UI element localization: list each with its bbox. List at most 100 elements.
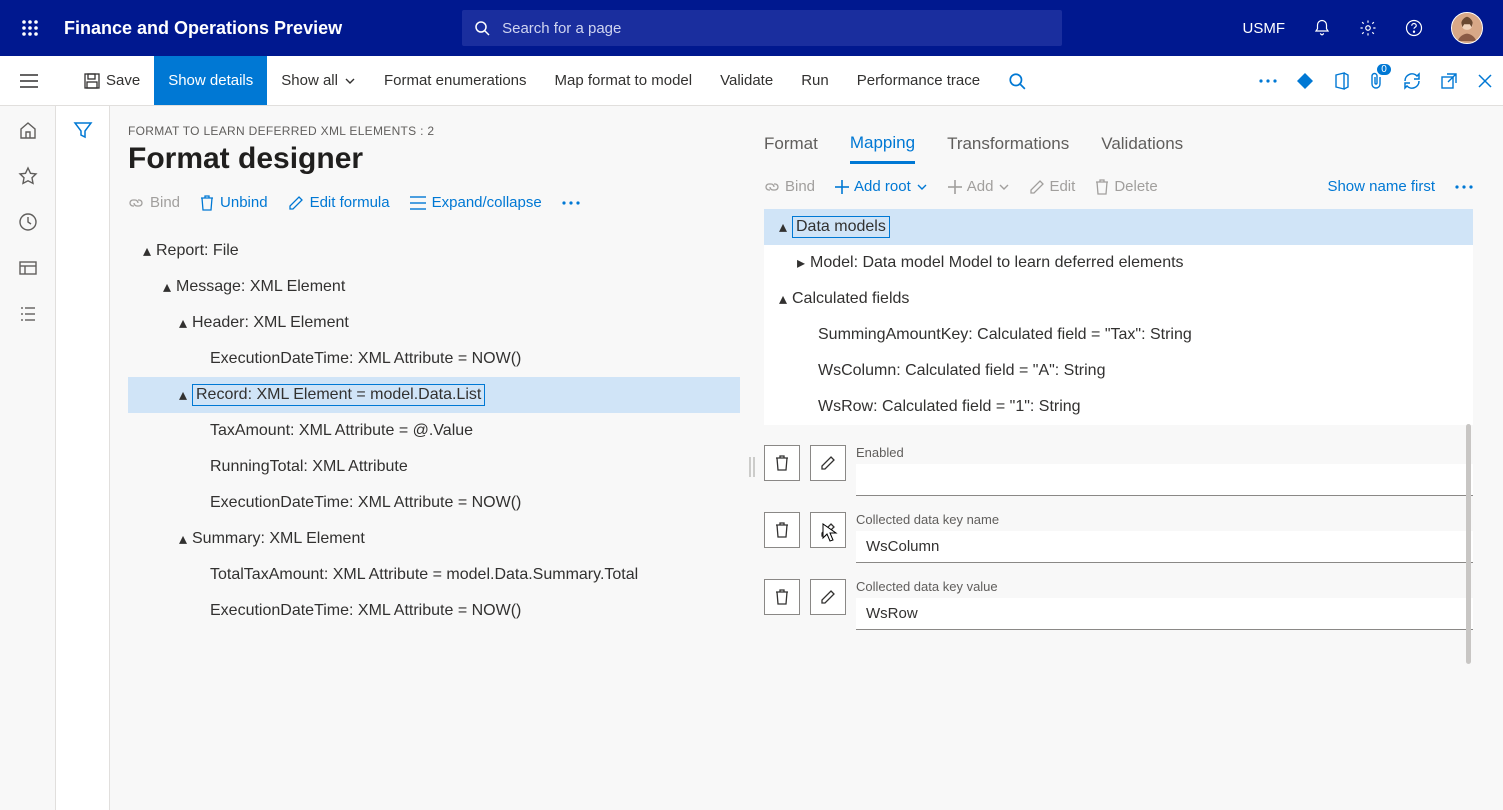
add-button[interactable]: Add: [948, 178, 1011, 195]
company-picker[interactable]: USMF: [1243, 20, 1286, 37]
chevron-down-icon: [998, 181, 1010, 193]
find-button[interactable]: [994, 56, 1040, 105]
edit-prop-button[interactable]: [810, 445, 846, 481]
trash-icon: [200, 195, 214, 211]
more-icon[interactable]: [1259, 79, 1277, 83]
mapping-bind-button[interactable]: Bind: [764, 178, 815, 195]
tab-mapping[interactable]: Mapping: [850, 124, 915, 164]
edit-button[interactable]: Edit: [1030, 178, 1075, 195]
search-input[interactable]: [502, 20, 1050, 37]
search-icon: [474, 20, 490, 36]
tree-node-exec3[interactable]: ExecutionDateTime: XML Attribute = NOW(): [128, 593, 740, 629]
delete-prop-button[interactable]: [764, 512, 800, 548]
keyname-input[interactable]: [856, 531, 1473, 563]
pencil-icon: [1030, 180, 1044, 194]
performance-trace-button[interactable]: Performance trace: [843, 56, 994, 105]
tree-node-report[interactable]: ▴Report: File: [128, 233, 740, 269]
tree-node-runningtotal[interactable]: RunningTotal: XML Attribute: [128, 449, 740, 485]
bell-icon[interactable]: [1313, 19, 1331, 37]
breadcrumb: FORMAT TO LEARN DEFERRED XML ELEMENTS : …: [128, 124, 740, 138]
trash-icon: [1095, 179, 1109, 195]
topbar: Finance and Operations Preview USMF: [0, 0, 1503, 56]
bind-button[interactable]: Bind: [128, 194, 180, 211]
search-icon: [1008, 72, 1026, 90]
modules-icon[interactable]: [18, 304, 38, 324]
keyvalue-input[interactable]: [856, 598, 1473, 630]
more-icon[interactable]: [562, 201, 580, 205]
tree-node-message[interactable]: ▴Message: XML Element: [128, 269, 740, 305]
office-icon[interactable]: [1333, 72, 1349, 90]
tree-node-summary[interactable]: ▴Summary: XML Element: [128, 521, 740, 557]
map-format-button[interactable]: Map format to model: [541, 56, 707, 105]
tree-node-record[interactable]: ▴Record: XML Element = model.Data.List: [128, 377, 740, 413]
delete-prop-button[interactable]: [764, 579, 800, 615]
prop-label: Enabled: [856, 445, 1473, 460]
delete-prop-button[interactable]: [764, 445, 800, 481]
command-bar: Save Show details Show all Format enumer…: [0, 56, 1503, 106]
pencil-icon: [288, 195, 304, 211]
close-icon[interactable]: [1477, 73, 1493, 89]
mapping-tree: ▴Data models ▸Model: Data model Model to…: [764, 209, 1473, 425]
cursor-icon: [821, 523, 841, 545]
show-all-button[interactable]: Show all: [267, 56, 370, 105]
hamburger-icon[interactable]: [20, 74, 38, 88]
tree-node-exec2[interactable]: ExecutionDateTime: XML Attribute = NOW(): [128, 485, 740, 521]
page-title: Format designer: [128, 142, 740, 176]
attach-icon[interactable]: 0: [1369, 72, 1383, 90]
edit-prop-button[interactable]: [810, 579, 846, 615]
tree-node-header[interactable]: ▴Header: XML Element: [128, 305, 740, 341]
tab-transformations[interactable]: Transformations: [947, 124, 1069, 164]
app-title: Finance and Operations Preview: [64, 18, 342, 39]
splitter[interactable]: [740, 124, 764, 810]
save-icon: [84, 73, 100, 89]
refresh-icon[interactable]: [1403, 72, 1421, 90]
help-icon[interactable]: [1405, 19, 1423, 37]
avatar[interactable]: [1451, 12, 1483, 44]
filter-icon[interactable]: [73, 120, 93, 810]
more-icon[interactable]: [1455, 185, 1473, 189]
filter-column: [56, 106, 110, 810]
chevron-down-icon: [916, 181, 928, 193]
app-launcher-icon[interactable]: [8, 19, 52, 37]
validate-button[interactable]: Validate: [706, 56, 787, 105]
home-icon[interactable]: [18, 120, 38, 140]
workspaces-icon[interactable]: [18, 258, 38, 278]
tab-validations[interactable]: Validations: [1101, 124, 1183, 164]
unbind-button[interactable]: Unbind: [200, 194, 268, 211]
scrollbar[interactable]: [1466, 424, 1471, 664]
global-search[interactable]: [462, 10, 1062, 46]
popout-icon[interactable]: [1441, 73, 1457, 89]
mapping-node-calcfields[interactable]: ▴Calculated fields: [764, 281, 1473, 317]
mapping-node-wscolumn[interactable]: WsColumn: Calculated field = "A": String: [764, 353, 1473, 389]
show-details-button[interactable]: Show details: [154, 56, 267, 105]
edit-formula-button[interactable]: Edit formula: [288, 194, 390, 211]
show-name-first-button[interactable]: Show name first: [1327, 178, 1435, 195]
tab-format[interactable]: Format: [764, 124, 818, 164]
save-button[interactable]: Save: [70, 56, 154, 105]
format-toolbar: Bind Unbind Edit formula Expand/collapse: [128, 194, 740, 211]
mapping-node-summing[interactable]: SummingAmountKey: Calculated field = "Ta…: [764, 317, 1473, 353]
plus-icon: [835, 180, 849, 194]
prop-label: Collected data key name: [856, 512, 1473, 527]
edit-prop-button[interactable]: [810, 512, 846, 548]
link-icon: [764, 179, 780, 195]
format-enumerations-button[interactable]: Format enumerations: [370, 56, 541, 105]
tree-node-totaltax[interactable]: TotalTaxAmount: XML Attribute = model.Da…: [128, 557, 740, 593]
mapping-node-model[interactable]: ▸Model: Data model Model to learn deferr…: [764, 245, 1473, 281]
enabled-input[interactable]: [856, 464, 1473, 496]
tree-node-taxamount[interactable]: TaxAmount: XML Attribute = @.Value: [128, 413, 740, 449]
expand-collapse-button[interactable]: Expand/collapse: [410, 194, 542, 211]
mapping-pane: Format Mapping Transformations Validatio…: [764, 124, 1503, 810]
link-icon: [128, 195, 144, 211]
delete-button[interactable]: Delete: [1095, 178, 1157, 195]
run-button[interactable]: Run: [787, 56, 843, 105]
tree-node-exec1[interactable]: ExecutionDateTime: XML Attribute = NOW(): [128, 341, 740, 377]
mapping-node-wsrow[interactable]: WsRow: Calculated field = "1": String: [764, 389, 1473, 425]
star-icon[interactable]: [18, 166, 38, 186]
add-root-button[interactable]: Add root: [835, 178, 928, 195]
prop-enabled: Enabled: [764, 445, 1473, 496]
recent-icon[interactable]: [18, 212, 38, 232]
mapping-node-datamodels[interactable]: ▴Data models: [764, 209, 1473, 245]
diamond-icon[interactable]: [1297, 73, 1313, 89]
gear-icon[interactable]: [1359, 19, 1377, 37]
